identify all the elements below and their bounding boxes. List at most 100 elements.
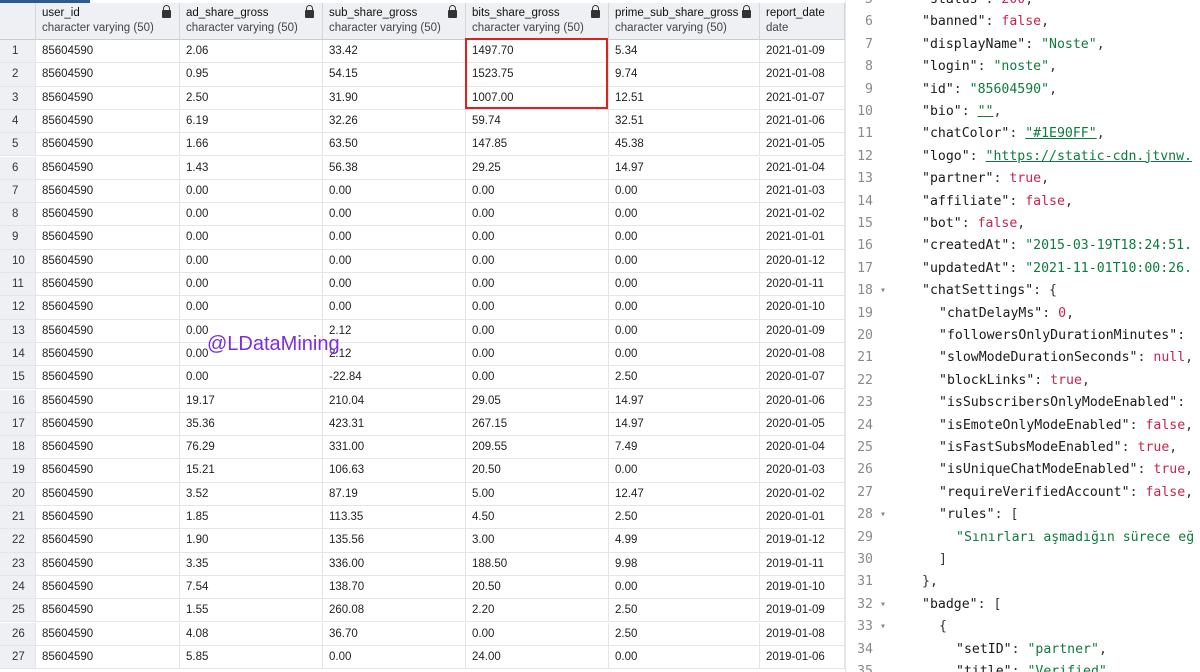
table-cell[interactable]: 0.00 (609, 179, 760, 203)
table-cell[interactable]: 6.19 (180, 109, 323, 133)
table-cell[interactable]: 2.06 (180, 40, 323, 63)
table-cell[interactable]: 2021-01-08 (760, 63, 845, 86)
table-cell[interactable]: 1497.70 (466, 40, 609, 63)
table-cell[interactable]: 0.00 (466, 273, 609, 296)
table-row[interactable]: 3 85604590 2.50 31.90 1007.00 12.51 2021-01-07 (0, 86, 845, 110)
table-cell[interactable]: 0.00 (609, 249, 760, 272)
table-cell[interactable]: 113.35 (323, 506, 466, 529)
code-line[interactable]: 5 "status": 200, (846, 0, 1200, 11)
table-cell[interactable]: 2021-01-02 (760, 203, 845, 226)
table-cell[interactable]: 0.00 (609, 226, 760, 249)
code-line[interactable]: 18 ▾ "chatSettings": { (846, 280, 1200, 302)
table-cell[interactable]: 209.55 (466, 436, 609, 459)
table-row[interactable]: 4 85604590 6.19 32.26 59.74 32.51 2021-01-06 (0, 109, 845, 134)
code-line[interactable]: 35 "title": "Verified" (846, 661, 1200, 672)
table-row[interactable]: 1 85604590 2.06 33.42 1497.70 5.34 2021-01-09 (0, 40, 845, 64)
table-cell[interactable]: 1523.75 (466, 63, 609, 86)
table-cell[interactable]: 0.00 (323, 645, 466, 669)
table-cell[interactable]: 2020-01-06 (760, 389, 845, 412)
table-cell[interactable]: 85604590 (36, 436, 180, 459)
column-header-ad-share-gross[interactable]: ad_share_gross character varying (50) (180, 3, 323, 39)
table-row[interactable]: 2 85604590 0.95 54.15 1523.75 9.74 2021-01-08 (0, 63, 845, 87)
column-header-sub-share-gross[interactable]: sub_share_gross character varying (50) (323, 3, 466, 39)
table-row[interactable]: 25 85604590 1.55 260.08 2.20 2.50 2019-01-09 (0, 599, 845, 623)
table-cell[interactable]: 63.50 (323, 133, 466, 156)
table-cell[interactable]: 138.70 (323, 575, 466, 599)
table-cell[interactable]: 135.56 (323, 529, 466, 552)
code-line[interactable]: 27 "requireVerifiedAccount": false, (846, 482, 1200, 504)
table-cell[interactable]: 0.00 (466, 203, 609, 226)
table-cell[interactable]: 0.00 (609, 575, 760, 599)
code-line[interactable]: 20 "followersOnlyDurationMinutes": (846, 325, 1200, 347)
table-cell[interactable]: 0.00 (609, 296, 760, 319)
code-line[interactable]: 7 "displayName": "Noste", (846, 34, 1200, 56)
code-line[interactable]: 21 "slowModeDurationSeconds": null, (846, 347, 1200, 369)
table-cell[interactable]: 0.00 (323, 273, 466, 296)
fold-chevron-icon[interactable]: ▾ (880, 616, 890, 638)
table-cell[interactable]: 85604590 (36, 133, 180, 156)
table-cell[interactable]: 1.90 (180, 529, 323, 552)
table-row[interactable]: 21 85604590 1.85 113.35 4.50 2.50 2020-01-01 (0, 506, 845, 530)
code-line[interactable]: 12 "logo": "https://static-cdn.jtvnw. (846, 146, 1200, 168)
table-cell[interactable]: 85604590 (36, 203, 180, 226)
table-cell[interactable]: 0.00 (466, 179, 609, 203)
table-cell[interactable]: 2020-01-12 (760, 249, 845, 272)
table-cell[interactable]: 87.19 (323, 482, 466, 505)
table-cell[interactable]: 2020-01-04 (760, 436, 845, 459)
table-row[interactable]: 22 85604590 1.90 135.56 3.00 4.99 2019-01-12 (0, 529, 845, 553)
table-cell[interactable]: 0.00 (323, 296, 466, 319)
table-cell[interactable]: 29.05 (466, 389, 609, 412)
table-cell[interactable]: 4.08 (180, 622, 323, 645)
code-line[interactable]: 9 "id": "85604590", (846, 79, 1200, 101)
table-cell[interactable]: 2.50 (609, 599, 760, 622)
table-cell[interactable]: 56.38 (323, 156, 466, 179)
fold-chevron-icon[interactable]: ▾ (880, 594, 890, 616)
table-cell[interactable]: 210.04 (323, 389, 466, 412)
code-line[interactable]: 13 "partner": true, (846, 168, 1200, 190)
table-cell[interactable]: 0.00 (466, 342, 609, 366)
table-cell[interactable]: 85604590 (36, 273, 180, 296)
table-cell[interactable]: 2019-01-08 (760, 622, 845, 645)
table-cell[interactable]: 7.49 (609, 436, 760, 459)
code-line[interactable]: 31}, (846, 571, 1200, 593)
code-line[interactable]: 8 "login": "noste", (846, 56, 1200, 78)
code-line[interactable]: 26 "isUniqueChatModeEnabled": true, (846, 459, 1200, 481)
code-line[interactable]: 32 ▾ "badge": [ (846, 594, 1200, 616)
table-cell[interactable]: 106.63 (323, 459, 466, 482)
table-cell[interactable]: 2020-01-07 (760, 366, 845, 389)
code-line[interactable]: 10 "bio": "", (846, 101, 1200, 123)
table-cell[interactable]: 2020-01-10 (760, 296, 845, 319)
table-cell[interactable]: 0.00 (180, 366, 323, 389)
table-cell[interactable]: 2.12 (323, 319, 466, 342)
table-cell[interactable]: 1.55 (180, 599, 323, 622)
table-cell[interactable]: 19.17 (180, 389, 323, 412)
table-cell[interactable]: 3.35 (180, 552, 323, 575)
table-cell[interactable]: 147.85 (466, 133, 609, 156)
table-cell[interactable]: 3.52 (180, 482, 323, 505)
table-cell[interactable]: 0.00 (466, 249, 609, 272)
table-cell[interactable]: 5.00 (466, 482, 609, 505)
table-cell[interactable]: 15.21 (180, 459, 323, 482)
table-cell[interactable]: 0.00 (180, 342, 323, 366)
code-line[interactable]: 11 "chatColor": "#1E90FF", (846, 123, 1200, 145)
code-line[interactable]: 16 "createdAt": "2015-03-19T18:24:51. (846, 235, 1200, 257)
column-header-report-date[interactable]: report_date date (760, 3, 845, 39)
code-line[interactable]: 30] (846, 549, 1200, 571)
table-cell[interactable]: 0.95 (180, 63, 323, 86)
table-cell[interactable]: 1.66 (180, 133, 323, 156)
table-cell[interactable]: 9.74 (609, 63, 760, 86)
table-cell[interactable]: 12.51 (609, 86, 760, 109)
table-cell[interactable]: 7.54 (180, 575, 323, 599)
table-cell[interactable]: 0.00 (180, 273, 323, 296)
table-cell[interactable]: 76.29 (180, 436, 323, 459)
table-cell[interactable]: 2019-01-10 (760, 575, 845, 599)
table-cell[interactable]: 260.08 (323, 599, 466, 622)
table-row[interactable]: 12 85604590 0.00 0.00 0.00 0.00 2020-01-10 (0, 296, 845, 320)
table-row[interactable]: 8 85604590 0.00 0.00 0.00 0.00 2021-01-02 (0, 203, 845, 227)
table-row[interactable]: 9 85604590 0.00 0.00 0.00 0.00 2021-01-01 (0, 226, 845, 250)
table-row[interactable]: 14 85604590 0.00 2.12 0.00 0.00 2020-01-08 (0, 342, 845, 367)
table-cell[interactable]: 85604590 (36, 482, 180, 505)
code-line[interactable]: 29 "Sınırları aşmadığın sürece eğ (846, 527, 1200, 549)
table-cell[interactable]: 2.50 (609, 622, 760, 645)
table-row[interactable]: 10 85604590 0.00 0.00 0.00 0.00 2020-01-12 (0, 249, 845, 273)
